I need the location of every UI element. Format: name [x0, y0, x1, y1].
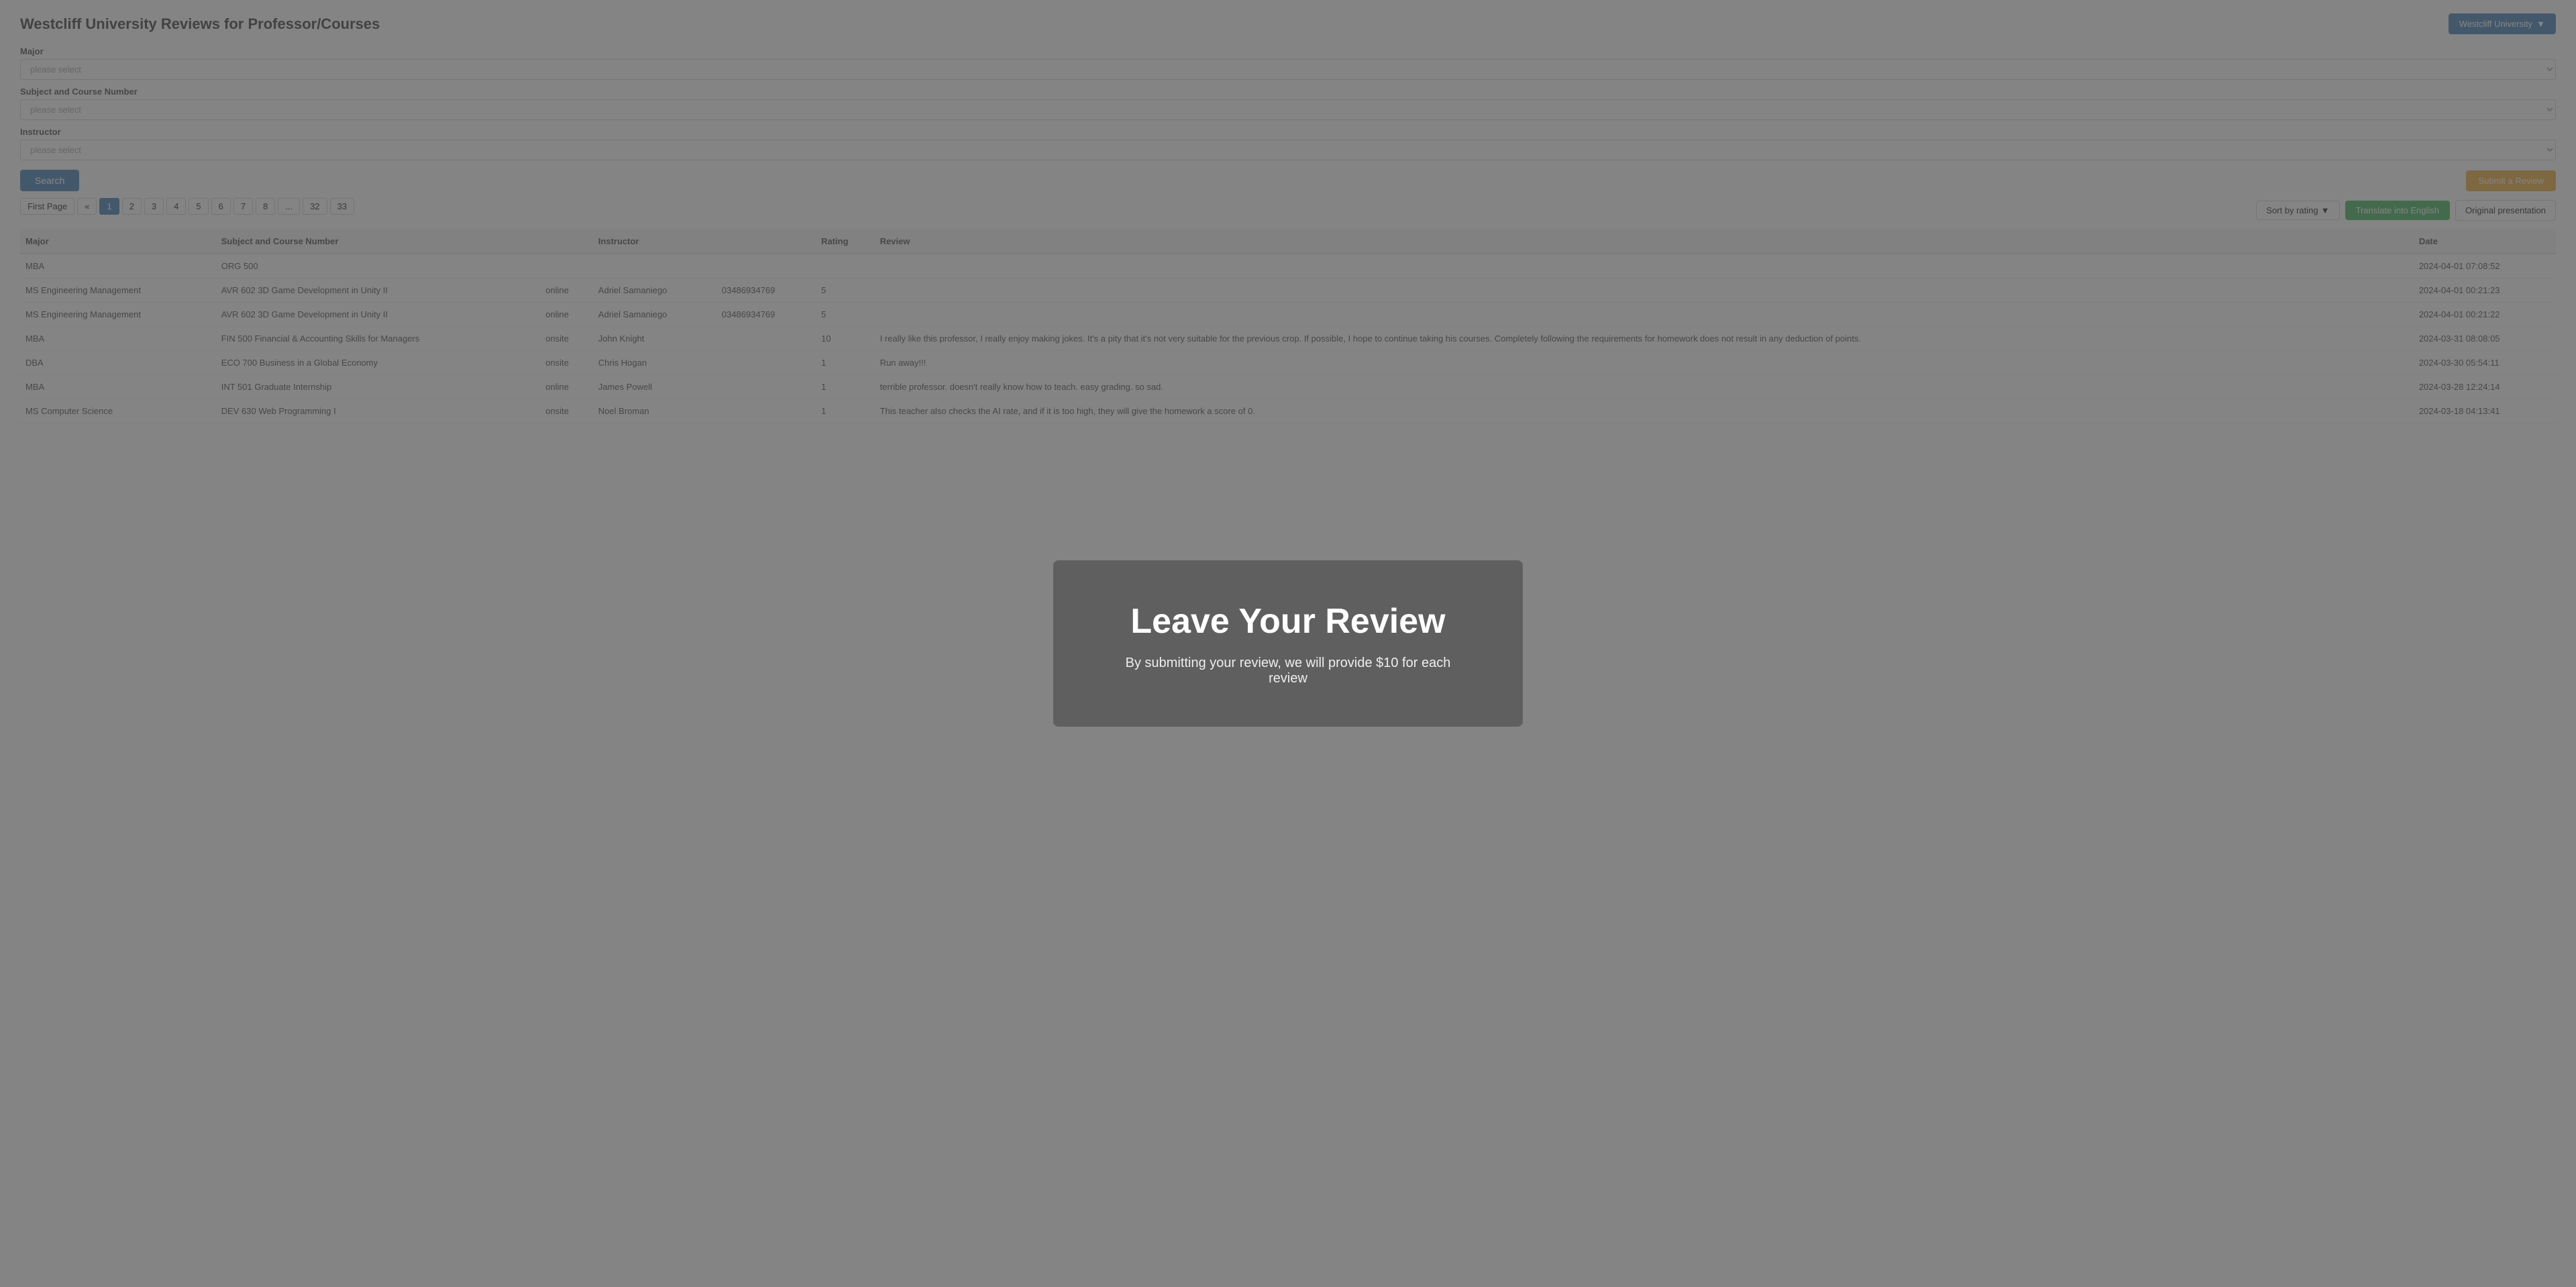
overlay-title: Leave Your Review [1107, 601, 1469, 642]
overlay-subtitle: By submitting your review, we will provi… [1107, 656, 1469, 686]
overlay-card: Leave Your Review By submitting your rev… [1053, 560, 1523, 727]
leave-review-overlay: Leave Your Review By submitting your rev… [0, 0, 2576, 1287]
